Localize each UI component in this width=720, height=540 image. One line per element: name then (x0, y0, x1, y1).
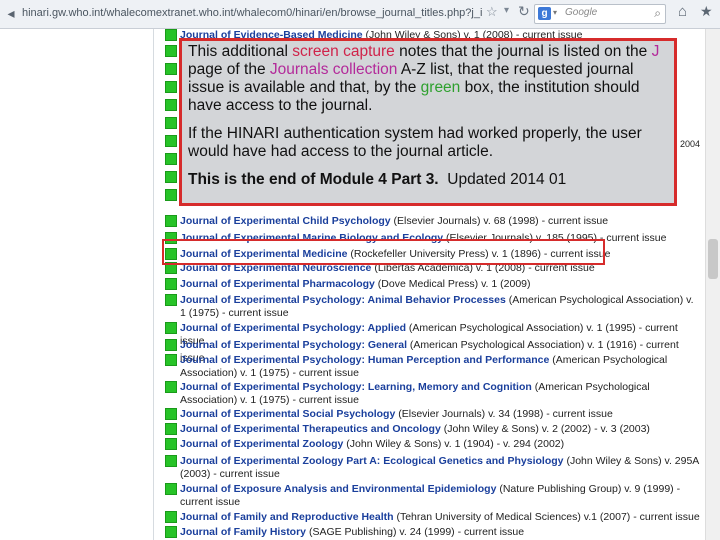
journal-row-text: Journal of Experimental Child Psychology… (180, 215, 700, 228)
journal-title-link[interactable]: Journal of Experimental Pharmacology (180, 278, 375, 290)
browser-toolbar: ◂ hinari.gw.who.int/whalecomextranet.who… (0, 0, 720, 29)
access-green-square-icon (165, 354, 177, 366)
search-box[interactable]: g ▾ Google ⌕ (534, 4, 666, 24)
journal-row-text: Journal of Exposure Analysis and Environ… (180, 483, 700, 509)
access-green-square-icon (165, 278, 177, 290)
updated-date: Updated 2014 01 (447, 171, 567, 188)
search-engine-label: Google (565, 7, 598, 18)
access-green-square-icon (165, 99, 177, 111)
access-green-square-icon (165, 483, 177, 495)
access-green-square-icon (165, 339, 177, 351)
journal-title-link[interactable]: Journal of Experimental Psychology: Anim… (180, 294, 506, 306)
scrollbar-thumb[interactable] (708, 239, 718, 279)
journal-row-text: Journal of Experimental Social Psycholog… (180, 408, 700, 421)
highlight-box-experimental-medicine (162, 239, 605, 265)
journal-row-text: Journal of Experimental Psychology: Anim… (180, 294, 700, 320)
text-segment: page of the (188, 61, 270, 78)
access-green-square-icon (165, 322, 177, 334)
annotation-paragraph-1: This additional screen capture notes tha… (188, 43, 668, 115)
annotation-footer: This is the end of Module 4 Part 3. Upda… (188, 171, 668, 189)
access-green-square-icon (165, 381, 177, 393)
journal-row-text: Journal of Experimental Zoology (John Wi… (180, 438, 700, 451)
access-green-square-icon (165, 526, 177, 538)
access-green-square-icon (165, 117, 177, 129)
journal-title-link[interactable]: Journal of Family and Reproductive Healt… (180, 511, 394, 523)
access-green-square-icon (165, 511, 177, 523)
left-divider (153, 29, 154, 540)
journal-title-link[interactable]: Journal of Exposure Analysis and Environ… (180, 483, 496, 495)
access-green-square-icon (165, 408, 177, 420)
bookmarks-icon[interactable]: ★ (700, 3, 713, 20)
journal-row-text: Journal of Experimental Psychology: Lear… (180, 381, 700, 407)
journal-holdings: (Elsevier Journals) v. 34 (1998) - curre… (395, 408, 613, 420)
access-green-square-icon (165, 171, 177, 183)
access-green-square-icon (165, 29, 177, 41)
journal-title-link[interactable]: Journal of Experimental Zoology (180, 438, 343, 450)
access-green-square-icon (165, 438, 177, 450)
journal-holdings: (Elsevier Journals) v. 68 (1998) - curre… (390, 215, 609, 227)
url-dropdown-icon[interactable]: ▾ (504, 5, 509, 16)
text-segment: This additional (188, 43, 293, 60)
home-icon[interactable]: ⌂ (678, 3, 687, 20)
journal-title-link[interactable]: Journal of Experimental Psychology: Lear… (180, 381, 532, 393)
partial-text: 2004 (680, 139, 701, 149)
text-segment: notes that the journal is listed on the (394, 43, 652, 60)
access-green-square-icon (165, 294, 177, 306)
journal-row-text: Journal of Family History (SAGE Publishi… (180, 526, 700, 539)
search-engine-dropdown-icon[interactable]: ▾ (553, 8, 557, 17)
bookmark-star-icon[interactable]: ☆ (486, 4, 498, 20)
journal-row-text: Journal of Experimental Pharmacology (Do… (180, 278, 700, 291)
access-green-square-icon (165, 215, 177, 227)
highlight-screen-capture: screen capture (292, 43, 395, 60)
access-green-square-icon (165, 135, 177, 147)
journal-row-text: Journal of Experimental Therapeutics and… (180, 423, 700, 436)
vertical-scrollbar[interactable] (705, 29, 720, 540)
highlight-green: green (420, 79, 461, 96)
journal-row-text: Journal of Experimental Zoology Part A: … (180, 455, 700, 481)
journal-holdings: (Dove Medical Press) v. 1 (2009) (374, 278, 531, 290)
journal-title-link[interactable]: Journal of Experimental Zoology Part A: … (180, 455, 564, 467)
journal-title-link[interactable]: Journal of Experimental Child Psychology (180, 215, 391, 227)
annotation-paragraph-2: If the HINARI authentication system had … (188, 125, 642, 160)
access-green-square-icon (165, 423, 177, 435)
annotation-callout: This additional screen capture notes tha… (179, 38, 677, 206)
highlight-j: J (651, 43, 660, 60)
back-arrow-icon[interactable]: ◂ (2, 4, 20, 22)
end-of-module-text: This is the end of Module 4 Part 3. (188, 171, 439, 188)
journal-holdings: (John Wiley & Sons) v. 1 (1904) - v. 294… (343, 438, 565, 450)
journal-title-link[interactable]: Journal of Experimental Social Psycholog… (180, 408, 395, 420)
journal-holdings: (Tehran University of Medical Sciences) … (393, 511, 700, 523)
journal-title-link[interactable]: Journal of Experimental Therapeutics and… (180, 423, 441, 435)
journal-title-link[interactable]: Journal of Experimental Psychology: Appl… (180, 322, 406, 334)
journal-row-text: Journal of Experimental Psychology: Huma… (180, 354, 700, 380)
journal-title-link[interactable]: Journal of Family History (180, 526, 306, 538)
search-magnifier-icon[interactable]: ⌕ (654, 6, 661, 21)
reload-icon[interactable]: ↻ (518, 3, 530, 20)
access-green-square-icon (165, 189, 177, 201)
access-green-square-icon (165, 153, 177, 165)
address-bar-url[interactable]: hinari.gw.who.int/whalecomextranet.who.i… (22, 5, 482, 21)
access-green-square-icon (165, 81, 177, 93)
journal-row-text: Journal of Family and Reproductive Healt… (180, 511, 700, 524)
access-green-square-icon (165, 45, 177, 57)
google-logo-icon: g (538, 7, 551, 20)
access-green-square-icon (165, 455, 177, 467)
journal-title-link[interactable]: Journal of Experimental Psychology: Huma… (180, 354, 549, 366)
journal-holdings: (SAGE Publishing) v. 24 (1999) - current… (306, 526, 525, 538)
access-green-square-icon (165, 63, 177, 75)
journal-holdings: (John Wiley & Sons) v. 2 (2002) - v. 3 (… (440, 423, 650, 435)
highlight-journals-collection: Journals collection (269, 61, 398, 78)
journal-title-link[interactable]: Journal of Experimental Psychology: Gene… (180, 339, 407, 351)
